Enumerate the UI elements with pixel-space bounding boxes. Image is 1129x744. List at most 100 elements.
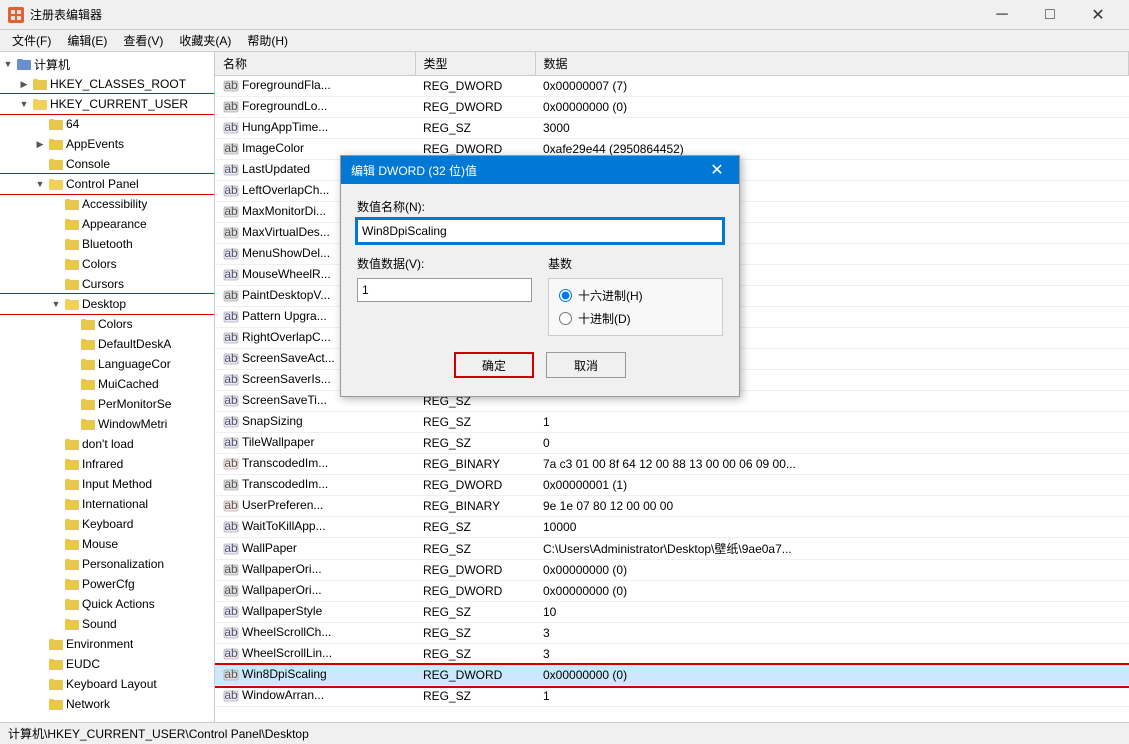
expander-bluetooth[interactable]: ▶ <box>48 236 64 252</box>
tree-item-sound[interactable]: ▶ Sound <box>0 614 214 634</box>
expander-languagecor[interactable]: ▶ <box>64 356 80 372</box>
tree-item-64[interactable]: ▶ 64 <box>0 114 214 134</box>
tree-item-environment[interactable]: ▶ Environment <box>0 634 214 654</box>
dialog-data-input[interactable] <box>357 278 532 302</box>
table-row[interactable]: abWin8DpiScalingREG_DWORD0x00000000 (0) <box>215 665 1129 686</box>
tree-item-hkcu[interactable]: ▼ HKEY_CURRENT_USER <box>0 94 214 114</box>
expander-64[interactable]: ▶ <box>32 116 48 132</box>
expander-keyboardlayout[interactable]: ▶ <box>32 676 48 692</box>
table-row[interactable]: abTileWallpaperREG_SZ0 <box>215 433 1129 454</box>
table-row[interactable]: abTranscodedIm...REG_DWORD0x00000001 (1) <box>215 475 1129 496</box>
expander-console[interactable]: ▶ <box>32 156 48 172</box>
dialog-ok-button[interactable]: 确定 <box>454 352 534 378</box>
expander-quickactions[interactable]: ▶ <box>48 596 64 612</box>
expander-colors2[interactable]: ▶ <box>64 316 80 332</box>
expander-environment[interactable]: ▶ <box>32 636 48 652</box>
expander-hkcu[interactable]: ▼ <box>16 96 32 112</box>
expander-muicached[interactable]: ▶ <box>64 376 80 392</box>
tree-item-eudc[interactable]: ▶ EUDC <box>0 654 214 674</box>
expander-accessibility[interactable]: ▶ <box>48 196 64 212</box>
expander-international[interactable]: ▶ <box>48 496 64 512</box>
tree-item-personalization[interactable]: ▶ Personalization <box>0 554 214 574</box>
table-row[interactable]: abWallpaperOri...REG_DWORD0x00000000 (0) <box>215 581 1129 602</box>
expander-inputmethod[interactable]: ▶ <box>48 476 64 492</box>
table-row[interactable]: abWallpaperOri...REG_DWORD0x00000000 (0) <box>215 560 1129 581</box>
table-row[interactable]: abWallpaperStyleREG_SZ10 <box>215 602 1129 623</box>
table-row[interactable]: abUserPreferen...REG_BINARY9e 1e 07 80 1… <box>215 496 1129 517</box>
menu-view[interactable]: 查看(V) <box>115 30 171 51</box>
expander-eudc[interactable]: ▶ <box>32 656 48 672</box>
expander-windowmetri[interactable]: ▶ <box>64 416 80 432</box>
menu-edit[interactable]: 编辑(E) <box>59 30 115 51</box>
dialog-close-button[interactable]: ✕ <box>705 158 729 182</box>
tree-item-keyboardlayout[interactable]: ▶ Keyboard Layout <box>0 674 214 694</box>
expander-permonitorse[interactable]: ▶ <box>64 396 80 412</box>
expander-mouse[interactable]: ▶ <box>48 536 64 552</box>
table-row[interactable]: abForegroundLo...REG_DWORD0x00000000 (0) <box>215 97 1129 118</box>
tree-item-accessibility[interactable]: ▶ Accessibility <box>0 194 214 214</box>
expander-control-panel[interactable]: ▼ <box>32 176 48 192</box>
tree-item-dontload[interactable]: ▶ don't load <box>0 434 214 454</box>
table-row[interactable]: abWheelScrollCh...REG_SZ3 <box>215 623 1129 644</box>
dialog-cancel-button[interactable]: 取消 <box>546 352 626 378</box>
tree-item-quickactions[interactable]: ▶ Quick Actions <box>0 594 214 614</box>
expander-sound[interactable]: ▶ <box>48 616 64 632</box>
expander-keyboard[interactable]: ▶ <box>48 516 64 532</box>
dialog-name-input[interactable] <box>357 219 723 243</box>
expander-dontload[interactable]: ▶ <box>48 436 64 452</box>
table-row[interactable]: abWallPaperREG_SZC:\Users\Administrator\… <box>215 538 1129 560</box>
tree-item-appevents[interactable]: ▶ AppEvents <box>0 134 214 154</box>
tree-item-desktop[interactable]: ▼ Desktop <box>0 294 214 314</box>
radio-dec-label[interactable]: 十进制(D) <box>559 310 712 327</box>
table-row[interactable]: abWheelScrollLin...REG_SZ3 <box>215 644 1129 665</box>
expander-personalization[interactable]: ▶ <box>48 556 64 572</box>
tree-item-network[interactable]: ▶ Network <box>0 694 214 714</box>
radio-dec-input[interactable] <box>559 312 572 325</box>
tree-item-mouse[interactable]: ▶ Mouse <box>0 534 214 554</box>
tree-item-colors[interactable]: ▶ Colors <box>0 254 214 274</box>
tree-item-permonitorse[interactable]: ▶ PerMonitorSe <box>0 394 214 414</box>
expander-computer[interactable]: ▼ <box>0 56 16 72</box>
table-row[interactable]: abSnapSizingREG_SZ1 <box>215 412 1129 433</box>
tree-item-infrared[interactable]: ▶ Infrared <box>0 454 214 474</box>
expander-defaultdeska[interactable]: ▶ <box>64 336 80 352</box>
menu-help[interactable]: 帮助(H) <box>239 30 296 51</box>
close-button[interactable]: ✕ <box>1075 1 1121 29</box>
tree-item-cursors[interactable]: ▶ Cursors <box>0 274 214 294</box>
menu-file[interactable]: 文件(F) <box>4 30 59 51</box>
tree-item-languagecor[interactable]: ▶ LanguageCor <box>0 354 214 374</box>
radio-hex-label[interactable]: 十六进制(H) <box>559 287 712 304</box>
table-row[interactable]: abTranscodedIm...REG_BINARY7a c3 01 00 8… <box>215 454 1129 475</box>
expander-hkcr[interactable]: ▶ <box>16 76 32 92</box>
tree-item-keyboard[interactable]: ▶ Keyboard <box>0 514 214 534</box>
expander-desktop[interactable]: ▼ <box>48 296 64 312</box>
menu-favorites[interactable]: 收藏夹(A) <box>171 30 239 51</box>
tree-item-console[interactable]: ▶ Console <box>0 154 214 174</box>
maximize-button[interactable]: □ <box>1027 1 1073 29</box>
tree-item-appearance[interactable]: ▶ Appearance <box>0 214 214 234</box>
registry-tree[interactable]: ▼ 计算机 ▶ HKEY_CLASSES_ROOT ▼ H <box>0 52 215 722</box>
expander-powercfg[interactable]: ▶ <box>48 576 64 592</box>
expander-appearance[interactable]: ▶ <box>48 216 64 232</box>
table-row[interactable]: abForegroundFla...REG_DWORD0x00000007 (7… <box>215 76 1129 97</box>
radio-hex-input[interactable] <box>559 289 572 302</box>
tree-item-powercfg[interactable]: ▶ PowerCfg <box>0 574 214 594</box>
table-row[interactable]: abWindowArran...REG_SZ1 <box>215 686 1129 707</box>
expander-network[interactable]: ▶ <box>32 696 48 712</box>
table-row[interactable]: abWaitToKillApp...REG_SZ10000 <box>215 517 1129 538</box>
tree-item-inputmethod[interactable]: ▶ Input Method <box>0 474 214 494</box>
tree-item-international[interactable]: ▶ International <box>0 494 214 514</box>
expander-cursors[interactable]: ▶ <box>48 276 64 292</box>
tree-item-colors2[interactable]: ▶ Colors <box>0 314 214 334</box>
minimize-button[interactable]: ─ <box>979 1 1025 29</box>
tree-item-windowmetri[interactable]: ▶ WindowMetri <box>0 414 214 434</box>
tree-item-bluetooth[interactable]: ▶ Bluetooth <box>0 234 214 254</box>
edit-dword-dialog[interactable]: 编辑 DWORD (32 位)值 ✕ 数值名称(N): 数值数据(V): 基数 <box>340 155 740 397</box>
expander-infrared[interactable]: ▶ <box>48 456 64 472</box>
tree-item-defaultdeska[interactable]: ▶ DefaultDeskA <box>0 334 214 354</box>
expander-appevents[interactable]: ▶ <box>32 136 48 152</box>
tree-item-muicached[interactable]: ▶ MuiCached <box>0 374 214 394</box>
tree-item-control-panel[interactable]: ▼ Control Panel <box>0 174 214 194</box>
tree-item-hkcr[interactable]: ▶ HKEY_CLASSES_ROOT <box>0 74 214 94</box>
tree-item-computer[interactable]: ▼ 计算机 <box>0 54 214 74</box>
